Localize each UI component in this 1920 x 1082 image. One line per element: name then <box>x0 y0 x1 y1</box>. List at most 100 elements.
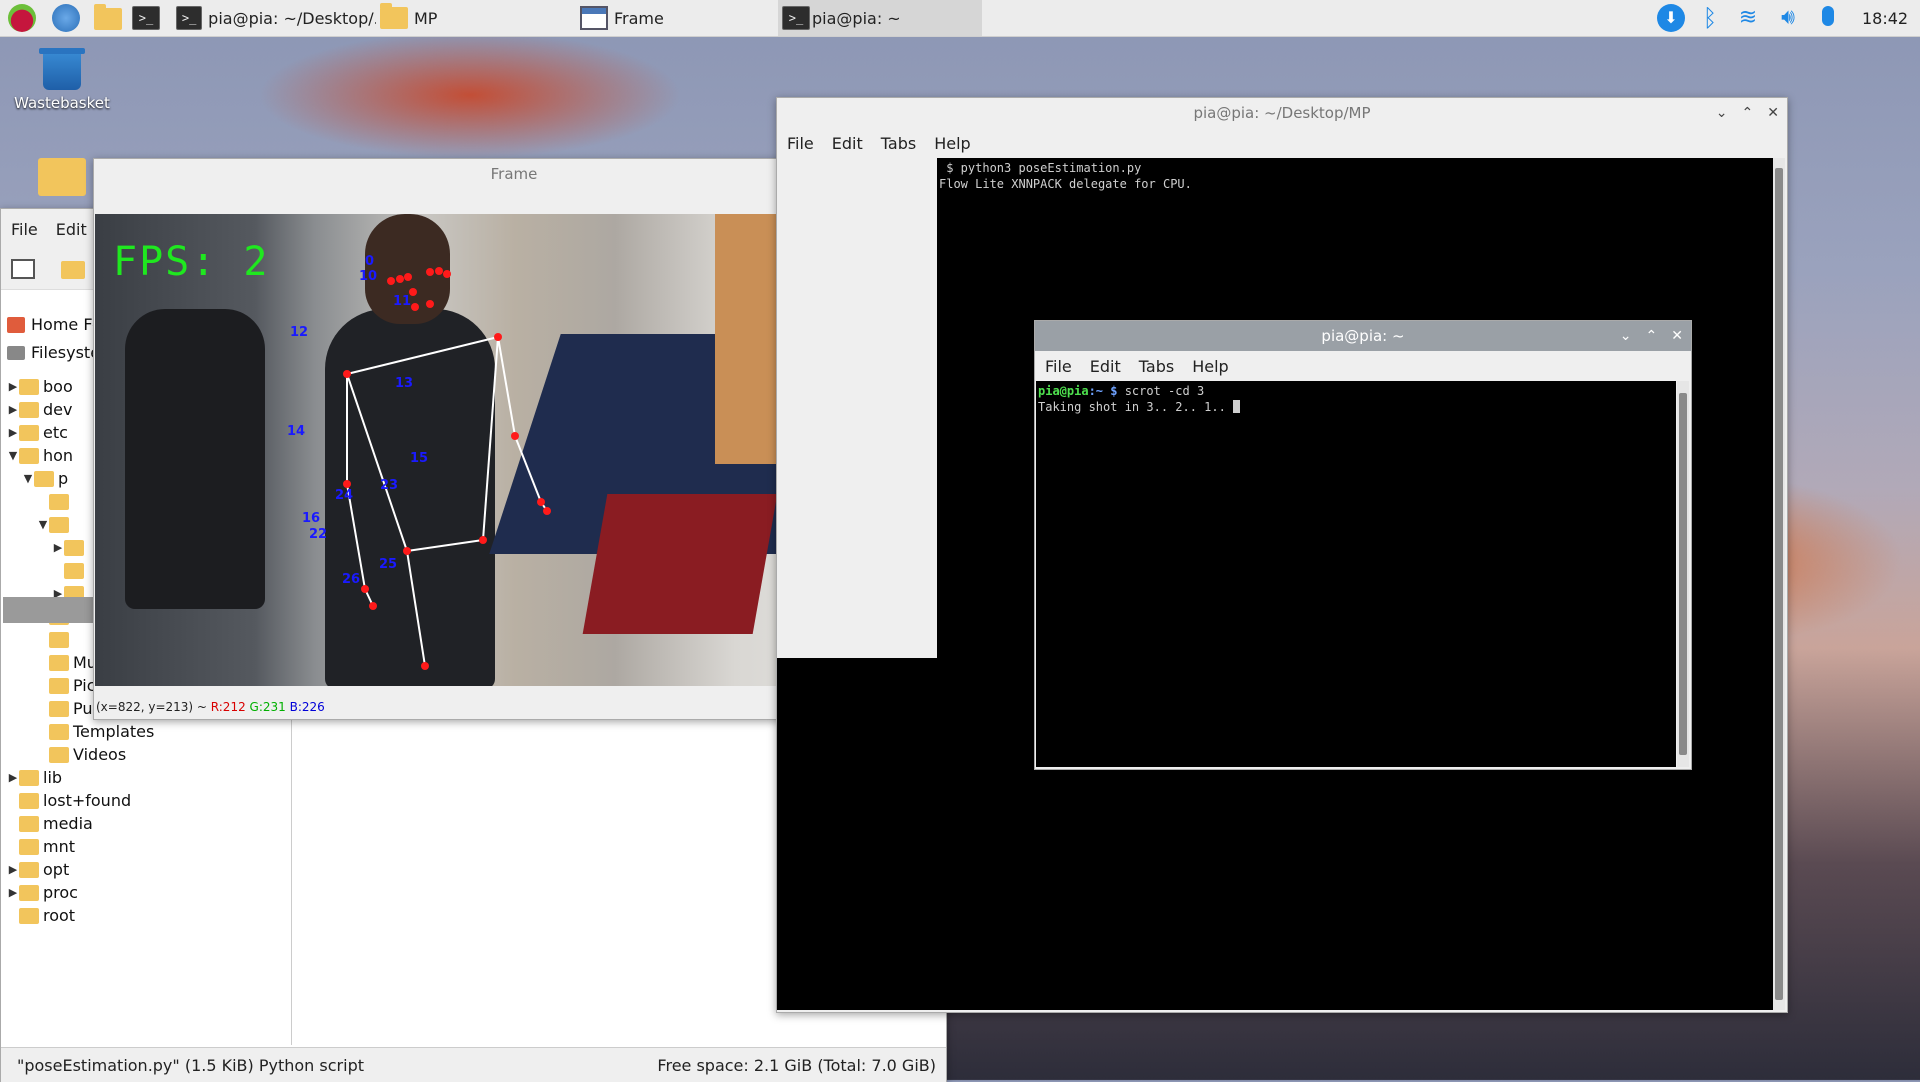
taskbar-item-terminal-mp[interactable]: >_ pia@pia: ~/Desktop/... <box>176 0 376 36</box>
tree-item[interactable]: ▶ <box>52 536 88 559</box>
taskbar-item-label: MP <box>414 8 438 28</box>
menu-help[interactable]: Help <box>1192 357 1228 376</box>
landmark-label: 16 <box>302 511 321 526</box>
status-selected-file: "poseEstimation.py" (1.5 KiB) Python scr… <box>17 1056 364 1075</box>
new-folder-icon[interactable] <box>61 261 85 279</box>
terminal-mp-scrollbar[interactable] <box>1773 158 1785 1010</box>
place-filesystem[interactable]: Filesyste <box>7 341 100 364</box>
tree-item-label: Templates <box>73 722 155 741</box>
file-manager-icon[interactable] <box>94 4 122 36</box>
pixel-red-value: R:212 <box>210 700 246 714</box>
terminal-line: $ python3 poseEstimation.py <box>939 161 1142 175</box>
expander-icon[interactable]: ▶ <box>7 403 19 416</box>
folder-icon <box>19 769 39 786</box>
web-browser-icon[interactable] <box>52 4 80 32</box>
terminal-mp-titlebar[interactable]: pia@pia: ~/Desktop/MP ⌄ ⌃ ✕ <box>777 98 1787 128</box>
new-window-icon[interactable] <box>11 259 35 279</box>
close-icon[interactable]: ✕ <box>1671 328 1683 344</box>
wastebasket-label: Wastebasket <box>14 94 110 112</box>
download-icon[interactable]: ⬇ <box>1657 4 1685 32</box>
tree-item[interactable] <box>37 628 73 651</box>
place-home-folder[interactable]: Home Fo <box>7 313 102 336</box>
expander-icon[interactable]: ▶ <box>7 771 19 784</box>
status-free-space: Free space: 2.1 GiB (Total: 7.0 GiB) <box>657 1056 936 1075</box>
menu-file[interactable]: File <box>787 134 814 153</box>
landmark-label: 15 <box>410 451 429 466</box>
frame-statusbar: (x=822, y=213) ~ R:212 G:231 B:226 <box>96 700 325 716</box>
expander-icon[interactable]: ▼ <box>37 518 49 531</box>
terminal-home-scrollbar[interactable] <box>1677 381 1689 767</box>
menu-edit[interactable]: Edit <box>56 220 87 239</box>
taskbar-item-frame[interactable]: Frame <box>580 0 770 36</box>
tree-item-label: opt <box>43 860 70 879</box>
expander-icon[interactable]: ▶ <box>7 886 19 899</box>
folder-icon <box>49 746 69 763</box>
menu-edit[interactable]: Edit <box>832 134 863 153</box>
desktop-icon-wastebasket[interactable]: Wastebasket <box>14 48 110 112</box>
tree-item[interactable]: ▶ opt <box>7 858 69 881</box>
expander-icon[interactable]: ▶ <box>7 863 19 876</box>
tree-item[interactable]: ▶ lib <box>7 766 62 789</box>
tree-item[interactable]: ▶ proc <box>7 881 78 904</box>
wifi-icon[interactable]: ≋ <box>1734 4 1762 32</box>
tree-item[interactable]: ▼ hon <box>7 444 73 467</box>
menu-file[interactable]: File <box>11 220 38 239</box>
menu-edit[interactable]: Edit <box>1090 357 1121 376</box>
expander-icon[interactable]: ▼ <box>7 449 19 462</box>
expander-icon[interactable]: ▶ <box>7 426 19 439</box>
expander-icon[interactable]: ▶ <box>52 541 64 554</box>
tree-item[interactable]: Templates <box>37 720 154 743</box>
tree-item-label: hon <box>43 446 74 465</box>
fps-counter: FPS: 2 <box>113 239 270 285</box>
tree-item[interactable]: root <box>7 904 75 927</box>
folder-icon <box>64 539 84 556</box>
tree-item[interactable]: ▶ dev <box>7 398 73 421</box>
tree-item[interactable]: Videos <box>37 743 126 766</box>
folder-icon <box>19 884 39 901</box>
terminal-home-titlebar[interactable]: pia@pia: ~ ⌄ ⌃ ✕ <box>1035 321 1691 351</box>
folder-icon <box>49 654 69 671</box>
clock[interactable]: 18:42 <box>1862 0 1908 36</box>
volume-icon[interactable]: 🔊︎ <box>1774 4 1802 32</box>
raspberry-menu-icon[interactable] <box>8 4 36 32</box>
prompt-user: pia@pia <box>1038 384 1089 398</box>
taskbar-item-mp[interactable]: MP <box>380 0 570 36</box>
bluetooth-icon[interactable]: ᛒ <box>1696 4 1724 32</box>
tree-item[interactable]: ▼ <box>37 513 73 536</box>
minimize-icon[interactable]: ⌄ <box>1620 328 1632 344</box>
terminal-launcher-icon[interactable]: >_ <box>132 6 160 34</box>
maximize-icon[interactable]: ⌃ <box>1742 105 1754 121</box>
menu-file[interactable]: File <box>1045 357 1072 376</box>
tree-item-label: mnt <box>43 837 75 856</box>
terminal-mp-output-left[interactable] <box>777 658 937 1010</box>
tree-item[interactable] <box>37 490 73 513</box>
menu-tabs[interactable]: Tabs <box>881 134 916 153</box>
tree-item[interactable]: ▼ p <box>22 467 68 490</box>
prompt-path: :~ $ <box>1088 384 1125 398</box>
minimize-icon[interactable]: ⌄ <box>1716 105 1728 121</box>
expander-icon[interactable]: ▼ <box>22 472 34 485</box>
folder-icon <box>19 907 39 924</box>
place-home-label: Home Fo <box>31 315 102 334</box>
maximize-icon[interactable]: ⌃ <box>1646 328 1658 344</box>
terminal-home-output[interactable]: pia@pia:~ $ scrot -cd 3 Taking shot in 3… <box>1036 381 1676 767</box>
tree-item[interactable]: media <box>7 812 93 835</box>
tree-item[interactable]: lost+found <box>7 789 131 812</box>
tree-item-label: boo <box>43 377 73 396</box>
tree-item[interactable] <box>52 559 88 582</box>
taskbar-item-terminal-home[interactable]: >_ pia@pia: ~ <box>778 0 982 36</box>
tree-item[interactable]: ▶ boo <box>7 375 73 398</box>
tree-item[interactable]: mnt <box>7 835 75 858</box>
folder-icon <box>49 493 69 510</box>
terminal-home-title: pia@pia: ~ <box>1321 327 1405 345</box>
menu-help[interactable]: Help <box>934 134 970 153</box>
microphone-icon[interactable] <box>1814 4 1842 32</box>
tree-item[interactable]: ▶ etc <box>7 421 68 444</box>
expander-icon[interactable]: ▶ <box>7 380 19 393</box>
menu-tabs[interactable]: Tabs <box>1139 357 1174 376</box>
pixel-blue-value: B:226 <box>289 700 325 714</box>
landmark-label: 12 <box>290 325 309 340</box>
close-icon[interactable]: ✕ <box>1767 105 1779 121</box>
folder-icon <box>49 723 69 740</box>
desktop-folder-icon[interactable] <box>38 158 86 196</box>
